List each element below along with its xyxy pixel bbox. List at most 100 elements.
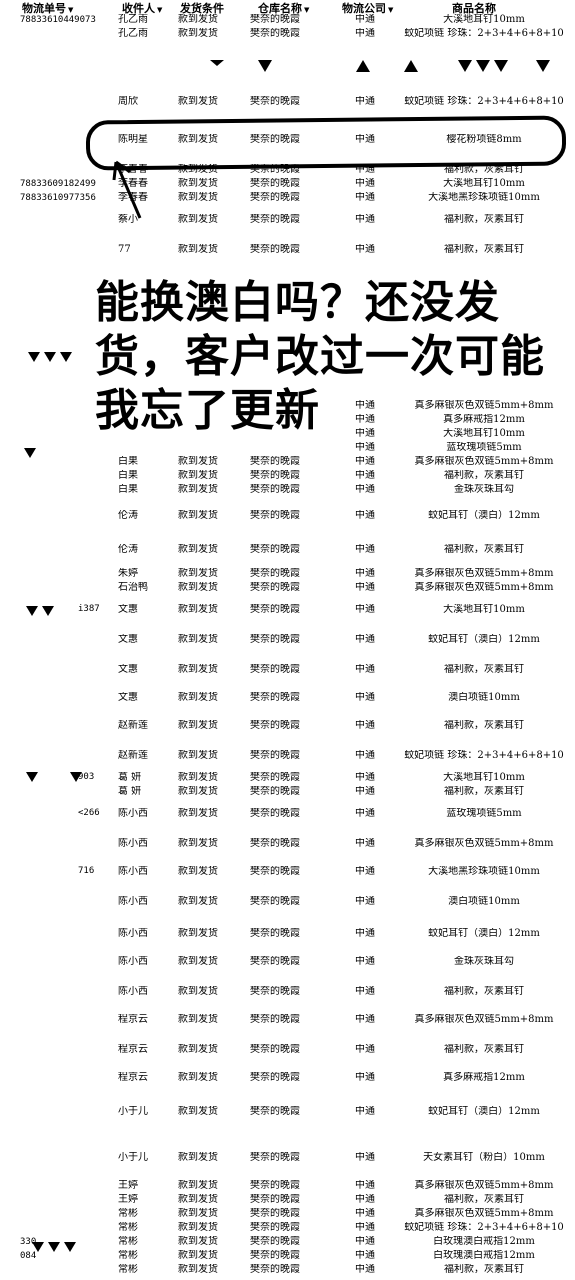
- shipping-condition-cell[interactable]: 款到发货: [178, 1236, 242, 1248]
- product-cell[interactable]: 福利款，灰素耳钉: [398, 1194, 570, 1206]
- logistics-cell[interactable]: 中通: [355, 634, 395, 646]
- product-cell[interactable]: 福利款，灰素耳钉: [398, 544, 570, 556]
- table-row[interactable]: 陈小西 款到发货 樊奈的晚霞 中通 福利款，灰素耳钉: [0, 986, 575, 998]
- shipping-condition-cell[interactable]: 款到发货: [178, 544, 242, 556]
- shipping-condition-cell[interactable]: 款到发货: [178, 1072, 242, 1084]
- header-logistics[interactable]: 物流公司 ▼: [342, 0, 393, 15]
- product-cell[interactable]: 蚊妃耳钉（澳白）12mm: [398, 1106, 570, 1118]
- table-row[interactable]: 小于儿 款到发货 樊奈的晚霞 中通 蚊妃耳钉（澳白）12mm: [0, 1106, 575, 1118]
- shipping-condition-cell[interactable]: 款到发货: [178, 1044, 242, 1056]
- logistics-cell[interactable]: 中通: [355, 544, 395, 556]
- logistics-cell[interactable]: 中通: [355, 1180, 395, 1192]
- warehouse-cell[interactable]: 樊奈的晚霞: [250, 664, 336, 676]
- recipient-cell[interactable]: 陈小西: [118, 956, 170, 968]
- shipping-condition-cell[interactable]: 款到发货: [178, 1222, 242, 1234]
- table-row[interactable]: 陈小西 款到发货 樊奈的晚霞 中通 蚊妃耳钉（澳白）12mm: [0, 928, 575, 940]
- shipping-condition-cell[interactable]: 款到发货: [178, 28, 242, 40]
- table-row[interactable]: 赵新莲 款到发货 樊奈的晚霞 中通 福利款，灰素耳钉: [0, 720, 575, 732]
- logistics-cell[interactable]: 中通: [355, 786, 395, 798]
- product-cell[interactable]: 澳白项链10mm: [398, 692, 570, 704]
- table-row[interactable]: 中通 蓝玫瑰项链5mm: [0, 442, 575, 454]
- shipping-condition-cell[interactable]: 款到发货: [178, 838, 242, 850]
- recipient-cell[interactable]: 赵新莲: [118, 750, 170, 762]
- table-row[interactable]: 78833609182499 李春春 款到发货 樊奈的晚霞 中通 大溪地耳钉10mm: [0, 178, 575, 190]
- product-cell[interactable]: 真多麻银灰色双链5mm+8mm: [398, 838, 570, 850]
- product-cell[interactable]: 蚊妃耳钉（澳白）12mm: [398, 634, 570, 646]
- product-cell[interactable]: 福利款，灰素耳钉: [398, 720, 570, 732]
- recipient-cell[interactable]: 常彬: [118, 1222, 170, 1234]
- warehouse-cell[interactable]: 樊奈的晚霞: [250, 178, 336, 190]
- table-row[interactable]: 程京云 款到发货 樊奈的晚霞 中通 真多麻银灰色双链5mm+8mm: [0, 1014, 575, 1026]
- product-cell[interactable]: 大溪地黑珍珠项链10mm: [398, 866, 570, 878]
- warehouse-cell[interactable]: 樊奈的晚霞: [250, 1106, 336, 1118]
- recipient-cell[interactable]: 白果: [118, 470, 170, 482]
- warehouse-cell[interactable]: 樊奈的晚霞: [250, 192, 336, 204]
- warehouse-cell[interactable]: 樊奈的晚霞: [250, 1152, 336, 1164]
- product-cell[interactable]: 蓝玫瑰项链5mm: [398, 808, 570, 820]
- table-row[interactable]: 白果 款到发货 樊奈的晚霞 中通 福利款，灰素耳钉: [0, 470, 575, 482]
- recipient-cell[interactable]: 77: [118, 244, 170, 256]
- recipient-cell[interactable]: 常彬: [118, 1250, 170, 1262]
- shipping-condition-cell[interactable]: 款到发货: [178, 1014, 242, 1026]
- recipient-cell[interactable]: 常彬: [118, 1208, 170, 1220]
- product-cell[interactable]: 福利款，灰素耳钉: [398, 786, 570, 798]
- logistics-cell[interactable]: 中通: [355, 838, 395, 850]
- warehouse-cell[interactable]: 樊奈的晚霞: [250, 928, 336, 940]
- logistics-cell[interactable]: 中通: [355, 866, 395, 878]
- recipient-cell[interactable]: 小于儿: [118, 1152, 170, 1164]
- product-cell[interactable]: 福利款，灰素耳钉: [398, 214, 570, 226]
- recipient-cell[interactable]: 文惠: [118, 664, 170, 676]
- shipping-condition-cell[interactable]: 款到发货: [178, 178, 242, 190]
- product-cell[interactable]: 蚊妃项链 珍珠：2+3+4+6+8+10: [398, 28, 570, 40]
- product-cell[interactable]: 真多麻银灰色双链5mm+8mm: [398, 456, 570, 468]
- shipping-condition-cell[interactable]: 款到发货: [178, 692, 242, 704]
- product-cell[interactable]: 蚊妃项链 珍珠：2+3+4+6+8+10: [398, 1222, 570, 1234]
- shipping-condition-cell[interactable]: 款到发货: [178, 456, 242, 468]
- warehouse-cell[interactable]: 樊奈的晚霞: [250, 692, 336, 704]
- warehouse-cell[interactable]: 樊奈的晚霞: [250, 956, 336, 968]
- filter-icon[interactable]: [476, 60, 490, 72]
- table-row[interactable]: 文惠 款到发货 樊奈的晚霞 中通 澳白项链10mm: [0, 692, 575, 704]
- table-row[interactable]: 王婷 款到发货 樊奈的晚霞 中通 福利款，灰素耳钉: [0, 1194, 575, 1206]
- logistics-cell[interactable]: 中通: [355, 1152, 395, 1164]
- shipping-condition-cell[interactable]: 款到发货: [178, 510, 242, 522]
- table-row[interactable]: 77 款到发货 樊奈的晚霞 中通 福利款，灰素耳钉: [0, 244, 575, 256]
- product-cell[interactable]: 金珠灰珠耳勾: [398, 484, 570, 496]
- product-cell[interactable]: 福利款，灰素耳钉: [398, 664, 570, 676]
- product-cell[interactable]: 蚊妃项链 珍珠：2+3+4+6+8+10: [398, 750, 570, 762]
- table-row[interactable]: 石治鸭 款到发货 樊奈的晚霞 中通 真多麻银灰色双链5mm+8mm: [0, 582, 575, 594]
- warehouse-cell[interactable]: 樊奈的晚霞: [250, 568, 336, 580]
- shipping-condition-cell[interactable]: 款到发货: [178, 786, 242, 798]
- logistics-cell[interactable]: 中通: [355, 96, 395, 108]
- warehouse-cell[interactable]: 樊奈的晚霞: [250, 582, 336, 594]
- logistics-cell[interactable]: 中通: [355, 28, 395, 40]
- shipping-condition-cell[interactable]: 款到发货: [178, 720, 242, 732]
- table-row[interactable]: 78833610977356 李春春 款到发货 樊奈的晚霞 中通 大溪地黑珍珠项链10mm: [0, 192, 575, 204]
- shipping-condition-cell[interactable]: 款到发货: [178, 1152, 242, 1164]
- recipient-cell[interactable]: 小于儿: [118, 1106, 170, 1118]
- shipping-condition-cell[interactable]: 款到发货: [178, 956, 242, 968]
- warehouse-cell[interactable]: 樊奈的晚霞: [250, 470, 336, 482]
- logistics-cell[interactable]: 中通: [355, 178, 395, 190]
- filter-icon[interactable]: [258, 60, 272, 72]
- recipient-cell[interactable]: 王婷: [118, 1194, 170, 1206]
- recipient-cell[interactable]: 白果: [118, 456, 170, 468]
- table-row[interactable]: 常彬 款到发货 樊奈的晚霞 中通 真多麻银灰色双链5mm+8mm: [0, 1208, 575, 1220]
- shipping-condition-cell[interactable]: 款到发货: [178, 604, 242, 616]
- shipping-condition-cell[interactable]: 款到发货: [178, 1180, 242, 1192]
- shipping-condition-cell[interactable]: 款到发货: [178, 470, 242, 482]
- recipient-cell[interactable]: 陈小西: [118, 808, 170, 820]
- warehouse-cell[interactable]: 樊奈的晚霞: [250, 634, 336, 646]
- tracking-number-cell[interactable]: 78833610449073: [20, 14, 112, 26]
- logistics-cell[interactable]: 中通: [355, 928, 395, 940]
- logistics-cell[interactable]: 中通: [355, 470, 395, 482]
- filter-icon[interactable]: [458, 60, 472, 72]
- table-row[interactable]: 葛 妍款到发货 樊奈的晚霞 中通 福利款，灰素耳钉: [0, 786, 575, 798]
- shipping-condition-cell[interactable]: 款到发货: [178, 214, 242, 226]
- recipient-cell[interactable]: 文惠: [118, 692, 170, 704]
- product-cell[interactable]: 天女素耳钉（粉白）10mm: [398, 1152, 570, 1164]
- warehouse-cell[interactable]: 樊奈的晚霞: [250, 866, 336, 878]
- table-row[interactable]: 程京云 款到发货 樊奈的晚霞 中通 福利款，灰素耳钉: [0, 1044, 575, 1056]
- product-cell[interactable]: 福利款，灰素耳钉: [398, 986, 570, 998]
- product-cell[interactable]: 福利款，灰素耳钉: [398, 244, 570, 256]
